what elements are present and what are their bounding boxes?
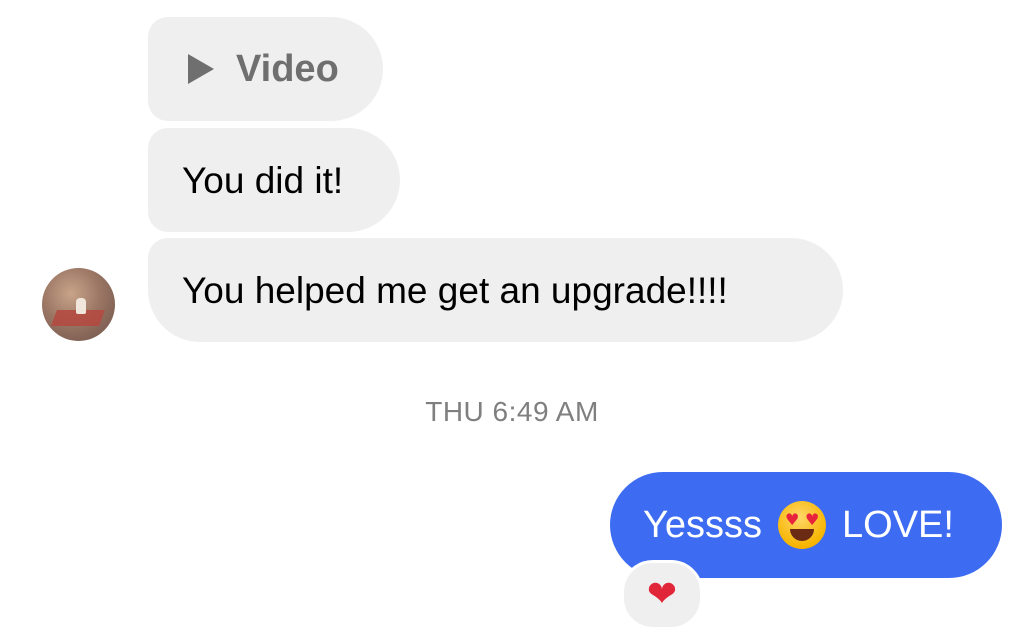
heart-reaction-badge[interactable]: ❤ (621, 560, 703, 630)
message-timestamp: THU 6:49 AM (425, 396, 599, 427)
sender-avatar[interactable] (42, 268, 115, 341)
message-text: You did it! (182, 159, 344, 201)
heart-eyes-emoji-icon: ♥ ♥ (778, 501, 826, 549)
video-message-bubble[interactable]: Video (148, 17, 383, 121)
heart-icon: ❤ (646, 574, 678, 615)
emoji-mouth (790, 529, 814, 541)
message-text-part: LOVE! (842, 504, 954, 546)
video-label: Video (236, 48, 339, 90)
heart-eye-icon: ♥ (785, 510, 800, 529)
avatar-photo-detail (76, 298, 86, 314)
incoming-message-bubble[interactable]: You did it! (148, 128, 400, 232)
play-icon[interactable] (188, 54, 214, 84)
incoming-message-bubble[interactable]: You helped me get an upgrade!!!! (148, 238, 843, 342)
message-text: You helped me get an upgrade!!!! (182, 269, 728, 311)
heart-eye-icon: ♥ (805, 510, 820, 529)
message-thread: Video You did it! You helped me get an u… (0, 0, 1024, 639)
message-text-part: Yessss (643, 504, 762, 546)
